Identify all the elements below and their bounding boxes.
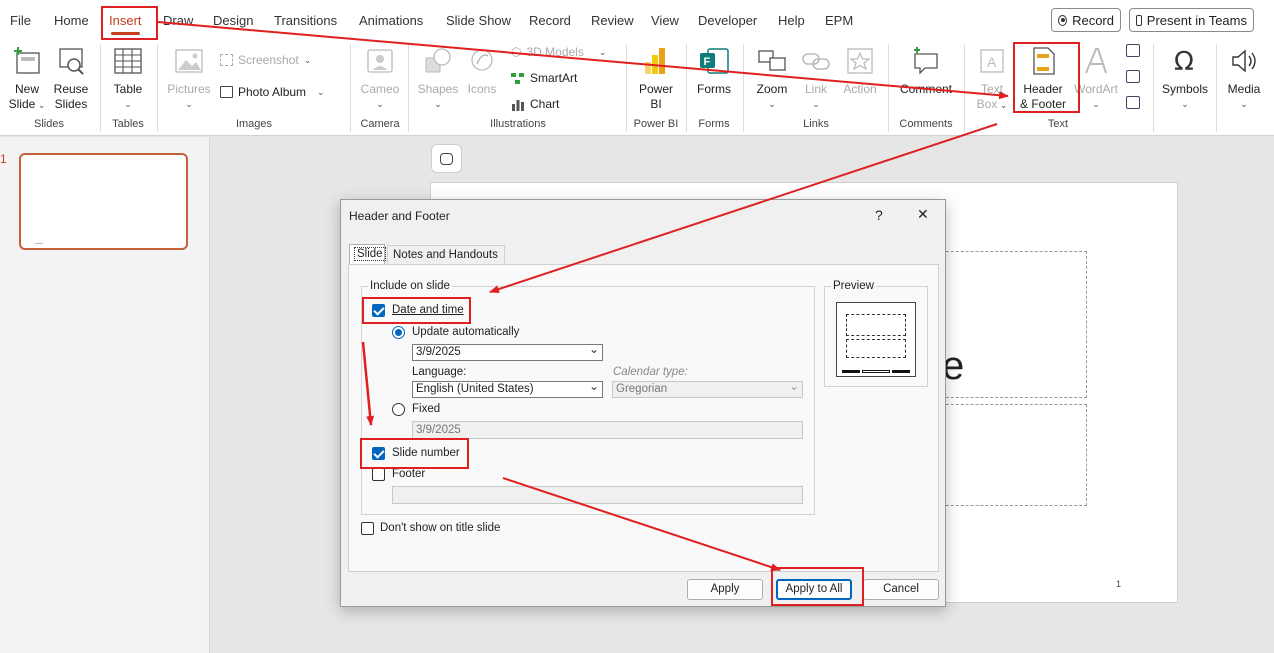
annotation-arrows [157,21,1009,571]
arrow-slide-number-to-apply-all [502,477,781,571]
arrow-date-time-to-slide-number [361,341,375,426]
arrow-header-footer-to-date-time [489,123,998,293]
arrow-insert-to-header-footer [157,21,1009,100]
